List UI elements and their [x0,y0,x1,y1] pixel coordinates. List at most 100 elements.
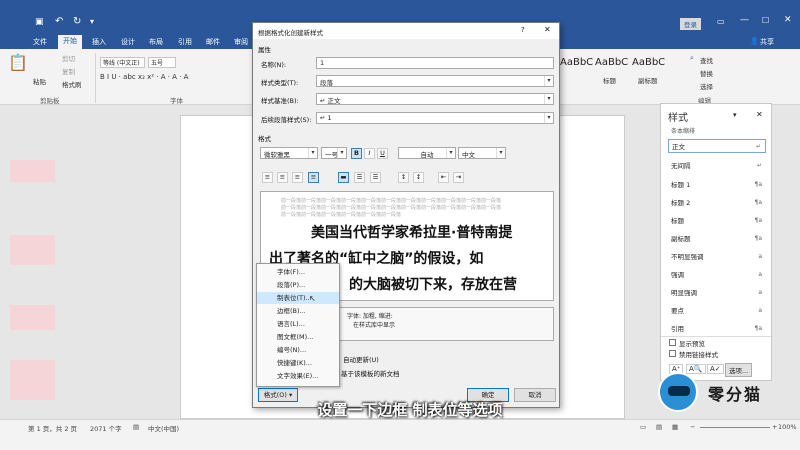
pane-close-icon[interactable]: ✕ [756,110,763,119]
menu-item-border[interactable]: 边框(B)... [257,305,339,317]
style-item[interactable]: 要点 a [668,304,766,318]
find-button[interactable]: 查找 [700,55,713,65]
line-spacing-single-icon[interactable]: ▬ [338,172,349,183]
tab-review[interactable]: 审阅 [234,37,248,47]
style-gallery-item-1[interactable]: AaBbC [560,57,593,68]
close-icon[interactable]: ✕ [784,15,792,25]
show-preview-checkbox[interactable] [669,339,676,346]
style-item[interactable]: 明显强调 a [668,286,766,300]
font-select[interactable]: 微软雅黑 ▾ [260,147,318,159]
style-item-partial[interactable]: 条本缩排 [671,126,695,135]
align-center-icon[interactable]: ≡ [277,172,288,183]
size-select[interactable]: 一号 ▾ [321,147,347,159]
dialog-close-icon[interactable]: ✕ [544,25,551,34]
zoom-out-icon[interactable]: − [690,423,695,431]
maximize-icon[interactable]: ☐ [762,16,769,25]
login-button[interactable]: 登录 [680,18,701,30]
tab-insert[interactable]: 插入 [92,37,106,47]
zoom-in-icon[interactable]: + [772,423,777,431]
format-painter-button[interactable]: 格式刷 [62,79,82,89]
space-before-icon[interactable]: ↕ [398,172,409,183]
undo-icon[interactable]: ↶ [55,16,63,27]
tab-references[interactable]: 引用 [178,37,192,47]
character-style-icon: a [758,253,762,260]
paste-icon[interactable]: 📋 [8,53,28,72]
style-item[interactable]: 标题 ¶a [668,214,766,228]
italic-button[interactable]: I [364,148,375,159]
menu-item-tabs[interactable]: 制表位(T)... [257,292,339,304]
name-field[interactable]: 1 [316,57,554,69]
web-layout-icon[interactable]: ▦ [672,423,678,431]
menu-item-paragraph[interactable]: 段落(P)... [257,279,339,291]
font-format-icons[interactable]: B I U · abc x₂ x² · A · A · A [100,73,188,81]
manage-styles-icon[interactable]: A✓ [707,364,724,374]
style-type-select[interactable]: 段落 ▾ [316,75,554,87]
print-layout-icon[interactable]: ▤ [656,423,662,431]
underline-button[interactable]: U [377,148,388,159]
description-line-2: 在样式库中显示 [353,322,396,329]
line-spacing-double-icon[interactable]: ☰ [370,172,381,183]
style-gallery-item-3[interactable]: AaBbC [632,57,665,68]
style-item[interactable]: 强调 a [668,268,766,282]
save-icon[interactable]: ▣ [35,17,44,27]
options-link[interactable]: 选项... [725,363,753,377]
font-name-select[interactable]: 等线 (中文正) [100,57,145,68]
style-item[interactable]: 不明显强调 a [668,250,766,264]
tab-file[interactable]: 文件 [33,37,47,47]
language-select[interactable]: 中文 ▾ [458,147,506,159]
bold-button[interactable]: B [351,148,362,159]
color-select[interactable]: 自动 ▾ [398,147,456,159]
style-item[interactable]: 标题 2 ¶a [668,196,766,210]
tab-mailings[interactable]: 邮件 [206,37,220,47]
zoom-level[interactable]: 100% [778,423,797,431]
style-item[interactable]: 无间隔 ↵ [668,159,766,173]
word-count[interactable]: 2071 个字 [90,423,122,433]
cancel-button[interactable]: 取消 [514,388,556,402]
based-on-select[interactable]: ↵ 正文 ▾ [316,93,554,105]
style-item[interactable]: 正文 ↵ [668,139,766,153]
style-item[interactable]: 引用 ¶a [668,322,766,336]
tab-home[interactable]: 开始 [58,35,82,49]
menu-item-shortcut[interactable]: 快捷键(K)... [257,357,339,369]
menu-item-language[interactable]: 语言(L)... [257,318,339,330]
font-size-select[interactable]: 五号 [148,57,176,68]
cut-button[interactable]: 剪切 [62,53,75,63]
menu-item-font[interactable]: 字体(F)... [257,266,339,278]
menu-item-numbering[interactable]: 编号(N)... [257,344,339,356]
minimize-icon[interactable]: — [740,15,749,25]
menu-item-frame[interactable]: 图文框(M)... [257,331,339,343]
line-spacing-1-5-icon[interactable]: ☰ [354,172,365,183]
menu-item-text-effects[interactable]: 文字效果(E)... [257,370,339,382]
disable-linked-checkbox[interactable] [669,350,676,357]
justify-icon[interactable]: ≡ [308,172,319,183]
style-gallery-item-2[interactable]: AaBbC [595,57,628,68]
style-inspector-icon[interactable]: A🔍 [686,364,706,374]
decrease-indent-icon[interactable]: ⇤ [438,172,449,183]
replace-button[interactable]: 替换 [700,68,713,78]
zoom-slider[interactable] [700,427,770,428]
ribbon-display-icon[interactable]: ▭ [717,17,725,26]
read-mode-icon[interactable]: ▭ [640,423,646,431]
redo-icon[interactable]: ↻ [73,16,81,27]
space-after-icon[interactable]: ↕ [413,172,424,183]
style-type-label: 样式类型(T): [261,79,299,87]
next-style-select[interactable]: ↵ 1 ▾ [316,112,554,124]
align-left-icon[interactable]: ≡ [262,172,273,183]
format-menu-button[interactable]: 格式(O) ▾ [258,388,298,402]
copy-button[interactable]: 复制 [62,66,75,76]
select-button[interactable]: 选择 [700,81,713,91]
share-button[interactable]: 共享 [760,37,774,47]
language-status[interactable]: 中文(中国) [148,423,179,433]
tab-design[interactable]: 设计 [121,37,135,47]
paste-button[interactable]: 粘贴 [33,76,46,86]
style-item[interactable]: 副标题 ¶a [668,232,766,246]
tab-layout[interactable]: 布局 [149,37,163,47]
page-count[interactable]: 第 1 页，共 2 页 [28,423,77,433]
align-right-icon[interactable]: ≡ [292,172,303,183]
customize-icon[interactable]: ▾ [90,17,94,26]
proofing-icon[interactable]: ▤ [133,423,139,431]
pane-options-icon[interactable]: ▾ [733,111,737,119]
increase-indent-icon[interactable]: ⇥ [453,172,464,183]
style-item[interactable]: 标题 1 ¶a [668,178,766,192]
help-button[interactable]: ? [521,26,525,34]
